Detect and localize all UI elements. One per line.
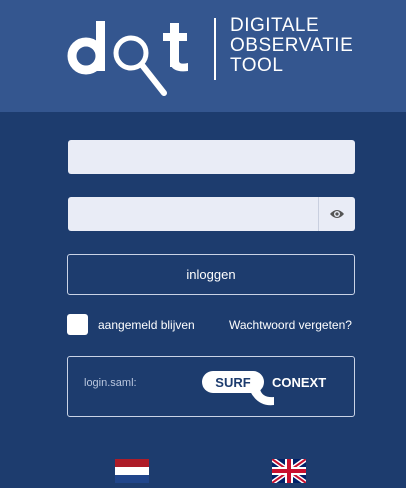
show-password-button[interactable]: [318, 197, 355, 231]
saml-label: login.saml:: [84, 377, 137, 389]
logo-text: DIGITALE OBSERVATIE TOOL: [230, 16, 353, 76]
remember-me-label: aangemeld blijven: [98, 318, 195, 332]
forgot-password-link[interactable]: Wachtwoord vergeten?: [229, 318, 352, 332]
logo-line-1: DIGITALE: [230, 15, 320, 36]
nl-flag-icon[interactable]: [115, 459, 149, 483]
logo-line-2: OBSERVATIE: [230, 35, 354, 56]
surf-word: SURF: [215, 375, 250, 390]
logo-line-3: TOOL: [230, 55, 284, 76]
header: DIGITALE OBSERVATIE TOOL: [0, 0, 406, 112]
dot-logo-icon: [67, 21, 188, 96]
surfconext-logo-icon: SURF CONEXT: [202, 371, 326, 406]
password-input[interactable]: [68, 197, 318, 231]
username-input[interactable]: [68, 140, 355, 174]
login-button-label: inloggen: [186, 267, 236, 282]
saml-login-button[interactable]: login.saml: SURF CONEXT: [67, 356, 355, 417]
remember-me-checkbox[interactable]: [67, 314, 88, 335]
conext-word: CONEXT: [272, 375, 326, 390]
uk-flag-icon[interactable]: [272, 459, 306, 483]
login-button[interactable]: inloggen: [67, 254, 355, 295]
eye-icon: [330, 210, 344, 218]
logo-divider: [214, 18, 216, 80]
